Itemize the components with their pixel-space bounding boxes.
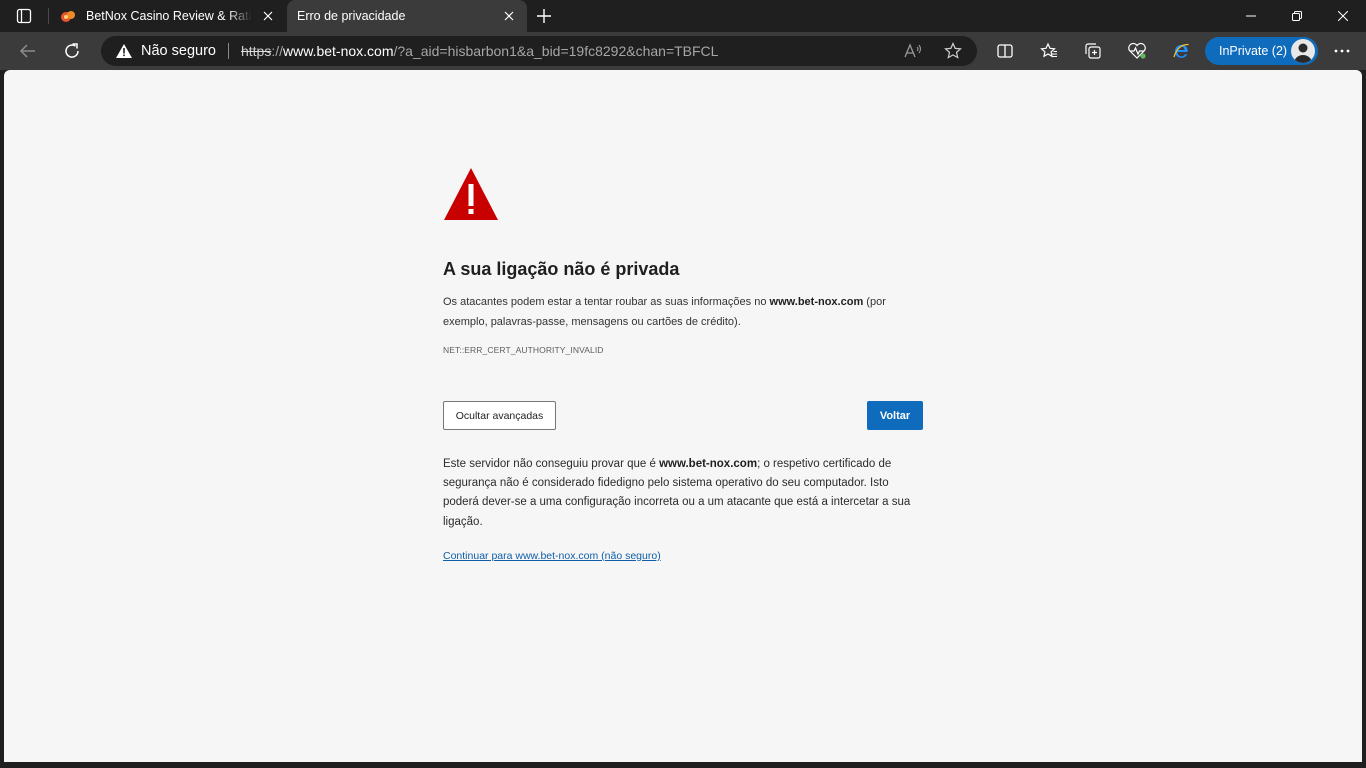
inprivate-button[interactable]: InPrivate (2) [1205, 37, 1318, 65]
summary-host: www.bet-nox.com [769, 296, 864, 308]
tab-strip: BetNox Casino Review & Ratings Erro de p… [0, 0, 1366, 32]
error-summary: Os atacantes podem estar a tentar roubar… [443, 293, 913, 332]
details-text: Este servidor não conseguiu provar que é [443, 458, 660, 470]
back-button[interactable]: Voltar [867, 401, 923, 430]
url-divider [227, 43, 229, 59]
proceed-unsafe-link[interactable]: Continuar para www.bet-nox.com (não segu… [443, 550, 661, 562]
advanced-details: Este servidor não conseguiu provar que é… [443, 455, 915, 532]
back-arrow-icon [19, 44, 35, 58]
avatar [1291, 39, 1315, 63]
tab-betnox[interactable]: BetNox Casino Review & Ratings [50, 0, 286, 32]
close-icon [504, 11, 514, 21]
error-code[interactable]: NET::ERR_CERT_AUTHORITY_INVALID [443, 345, 604, 355]
close-window-button[interactable] [1320, 0, 1366, 32]
favorites-icon [1040, 42, 1057, 58]
address-bar[interactable]: Não seguro https://www.bet-nox.com/?a_ai… [101, 36, 977, 66]
inprivate-label: InPrivate (2) [1219, 44, 1288, 58]
ie-mode-icon [1173, 43, 1189, 58]
hide-advanced-button[interactable]: Ocultar avançadas [443, 401, 556, 430]
tab-title: BetNox Casino Review & Ratings [86, 9, 252, 23]
url-text[interactable]: https://www.bet-nox.com/?a_aid=hisbarbon… [241, 43, 718, 59]
star-icon [944, 42, 962, 59]
back-button[interactable] [12, 35, 44, 67]
url-scheme: https [240, 43, 272, 59]
browser-essentials-button[interactable] [1121, 35, 1153, 67]
heartbeat-icon [1128, 42, 1146, 59]
not-secure-label[interactable]: Não seguro [141, 43, 216, 59]
window-bottom-edge [0, 762, 1366, 768]
split-screen-icon [997, 44, 1013, 58]
favorite-button[interactable] [939, 39, 967, 63]
collections-button[interactable] [1077, 35, 1109, 67]
close-icon [1338, 11, 1348, 21]
tab-actions-button[interactable] [8, 4, 40, 28]
more-icon [1334, 49, 1350, 53]
page-viewport: A sua ligação não é privada Os atacantes… [4, 70, 1362, 762]
tab-title: Erro de privacidade [297, 9, 406, 23]
ie-mode-button[interactable] [1165, 35, 1197, 67]
plus-icon [537, 9, 551, 23]
page-title: A sua ligação não é privada [443, 259, 680, 279]
restore-button[interactable] [1274, 0, 1320, 32]
warning-triangle-icon[interactable] [115, 42, 133, 60]
toolbar: Não seguro https://www.bet-nox.com/?a_ai… [0, 32, 1366, 70]
url-scheme-separator: :// [271, 43, 283, 59]
warning-triangle-icon [444, 168, 498, 220]
settings-menu-button[interactable] [1326, 35, 1358, 67]
read-aloud-icon [904, 43, 922, 58]
summary-text: Os atacantes podem estar a tentar roubar… [443, 296, 770, 308]
url-path: /?a_aid=hisbarbon1&a_bid=19fc8292&chan=T… [393, 43, 719, 59]
details-host: www.bet-nox.com [659, 458, 758, 470]
minimize-icon [1246, 15, 1256, 17]
tab-separator [48, 8, 49, 24]
refresh-icon [65, 43, 79, 58]
url-host: www.bet-nox.com [283, 43, 394, 59]
tab-privacy-error[interactable]: Erro de privacidade [287, 0, 527, 32]
tab-actions-icon [16, 8, 32, 24]
restore-icon [1292, 11, 1302, 21]
new-tab-button[interactable] [530, 4, 558, 28]
close-icon [263, 11, 273, 21]
minimize-button[interactable] [1228, 0, 1274, 32]
casino-favicon-icon [61, 11, 75, 22]
read-aloud-button[interactable] [899, 39, 927, 63]
tab-close-button[interactable] [260, 8, 276, 24]
tab-close-button[interactable] [501, 8, 517, 24]
favorites-button[interactable] [1033, 35, 1065, 67]
collections-icon [1085, 43, 1101, 59]
refresh-button[interactable] [56, 35, 88, 67]
split-screen-button[interactable] [989, 35, 1021, 67]
